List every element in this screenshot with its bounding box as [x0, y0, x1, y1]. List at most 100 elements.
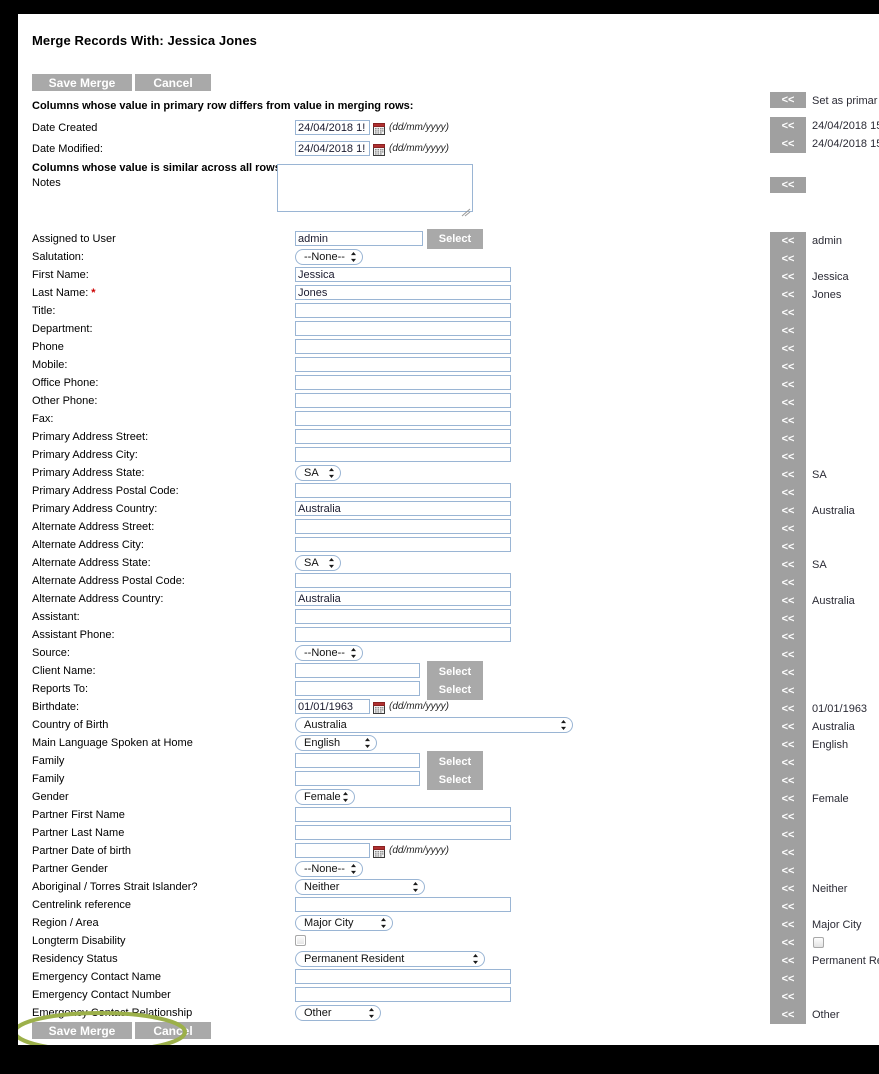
- select-dropdown[interactable]: Major City: [295, 915, 393, 931]
- checkbox[interactable]: [295, 935, 306, 946]
- copy-value-button[interactable]: <<: [770, 682, 806, 700]
- copy-value-button[interactable]: <<: [770, 790, 806, 808]
- calendar-icon[interactable]: [373, 702, 385, 714]
- text-input[interactable]: [295, 969, 511, 984]
- copy-value-button[interactable]: <<: [770, 1006, 806, 1024]
- copy-value-button[interactable]: <<: [770, 92, 806, 108]
- copy-value-button[interactable]: <<: [770, 466, 806, 484]
- copy-value-button[interactable]: <<: [770, 135, 806, 153]
- text-input[interactable]: [295, 411, 511, 426]
- select-lookup-button[interactable]: Select: [427, 753, 483, 771]
- copy-value-button[interactable]: <<: [770, 304, 806, 322]
- copy-value-button[interactable]: <<: [770, 286, 806, 304]
- text-input[interactable]: [295, 393, 511, 408]
- calendar-icon[interactable]: [373, 846, 385, 858]
- copy-value-button[interactable]: <<: [770, 574, 806, 592]
- copy-value-button[interactable]: <<: [770, 502, 806, 520]
- copy-value-button[interactable]: <<: [770, 177, 806, 193]
- copy-value-button[interactable]: <<: [770, 628, 806, 646]
- select-dropdown[interactable]: English: [295, 735, 377, 751]
- calendar-icon-button[interactable]: [373, 845, 385, 858]
- select-dropdown[interactable]: Neither: [295, 879, 425, 895]
- copy-value-button[interactable]: <<: [770, 772, 806, 790]
- calendar-icon[interactable]: [373, 123, 385, 135]
- calendar-icon[interactable]: [373, 144, 385, 156]
- select-lookup-button[interactable]: Select: [427, 681, 483, 699]
- lookup-input[interactable]: [295, 753, 420, 768]
- text-input[interactable]: [295, 429, 511, 444]
- copy-value-button[interactable]: <<: [770, 232, 806, 250]
- copy-value-button[interactable]: <<: [770, 826, 806, 844]
- copy-value-button[interactable]: <<: [770, 250, 806, 268]
- text-input[interactable]: [295, 285, 511, 300]
- copy-value-button[interactable]: <<: [770, 394, 806, 412]
- lookup-input[interactable]: [295, 663, 420, 678]
- text-input[interactable]: [295, 627, 511, 642]
- text-input[interactable]: [295, 339, 511, 354]
- text-input[interactable]: [295, 987, 511, 1002]
- lookup-input[interactable]: [295, 681, 420, 696]
- copy-value-button[interactable]: <<: [770, 117, 806, 135]
- copy-value-button[interactable]: <<: [770, 916, 806, 934]
- lookup-input[interactable]: [295, 771, 420, 786]
- save-merge-button-top[interactable]: Save Merge: [32, 74, 132, 91]
- calendar-icon-button[interactable]: [373, 122, 385, 135]
- copy-value-button[interactable]: <<: [770, 736, 806, 754]
- text-input[interactable]: [295, 231, 423, 246]
- text-input[interactable]: [295, 501, 511, 516]
- copy-value-button[interactable]: <<: [770, 538, 806, 556]
- copy-value-button[interactable]: <<: [770, 448, 806, 466]
- copy-value-button[interactable]: <<: [770, 520, 806, 538]
- save-merge-button-bottom[interactable]: Save Merge: [32, 1022, 132, 1039]
- text-input[interactable]: [295, 267, 511, 282]
- text-input[interactable]: [295, 375, 511, 390]
- select-dropdown[interactable]: Female: [295, 789, 355, 805]
- copy-value-button[interactable]: <<: [770, 970, 806, 988]
- text-input[interactable]: [295, 357, 511, 372]
- cancel-button-top[interactable]: Cancel: [135, 74, 211, 91]
- copy-value-button[interactable]: <<: [770, 862, 806, 880]
- cancel-button-bottom[interactable]: Cancel: [135, 1022, 211, 1039]
- copy-value-button[interactable]: <<: [770, 412, 806, 430]
- calendar-icon-button[interactable]: [373, 143, 385, 156]
- copy-value-button[interactable]: <<: [770, 340, 806, 358]
- copy-value-button[interactable]: <<: [770, 754, 806, 772]
- select-dropdown[interactable]: --None--: [295, 645, 363, 661]
- select-dropdown[interactable]: Other: [295, 1005, 381, 1021]
- text-input[interactable]: [295, 825, 511, 840]
- copy-value-button[interactable]: <<: [770, 952, 806, 970]
- date-input[interactable]: [295, 699, 370, 714]
- text-input[interactable]: [295, 537, 511, 552]
- copy-value-button[interactable]: <<: [770, 484, 806, 502]
- copy-value-button[interactable]: <<: [770, 808, 806, 826]
- select-dropdown[interactable]: Australia: [295, 717, 573, 733]
- text-input[interactable]: [295, 591, 511, 606]
- copy-value-button[interactable]: <<: [770, 646, 806, 664]
- text-input[interactable]: [295, 897, 511, 912]
- text-input[interactable]: [295, 573, 511, 588]
- text-input[interactable]: [295, 807, 511, 822]
- text-input[interactable]: [295, 519, 511, 534]
- copy-value-button[interactable]: <<: [770, 376, 806, 394]
- copy-value-button[interactable]: <<: [770, 268, 806, 286]
- select-dropdown[interactable]: --None--: [295, 861, 363, 877]
- copy-value-button[interactable]: <<: [770, 700, 806, 718]
- text-input[interactable]: [295, 321, 511, 336]
- copy-value-button[interactable]: <<: [770, 322, 806, 340]
- notes-textarea[interactable]: [277, 164, 473, 212]
- text-input[interactable]: [295, 609, 511, 624]
- copy-value-button[interactable]: <<: [770, 934, 806, 952]
- copy-value-button[interactable]: <<: [770, 844, 806, 862]
- copy-value-button[interactable]: <<: [770, 556, 806, 574]
- copy-value-button[interactable]: <<: [770, 718, 806, 736]
- select-dropdown[interactable]: SA: [295, 555, 341, 571]
- text-input[interactable]: [295, 447, 511, 462]
- date-input[interactable]: [295, 120, 370, 135]
- copy-value-button[interactable]: <<: [770, 430, 806, 448]
- copy-value-button[interactable]: <<: [770, 880, 806, 898]
- copy-value-button[interactable]: <<: [770, 898, 806, 916]
- copy-value-button[interactable]: <<: [770, 592, 806, 610]
- calendar-icon-button[interactable]: [373, 701, 385, 714]
- copy-value-button[interactable]: <<: [770, 664, 806, 682]
- select-dropdown[interactable]: --None--: [295, 249, 363, 265]
